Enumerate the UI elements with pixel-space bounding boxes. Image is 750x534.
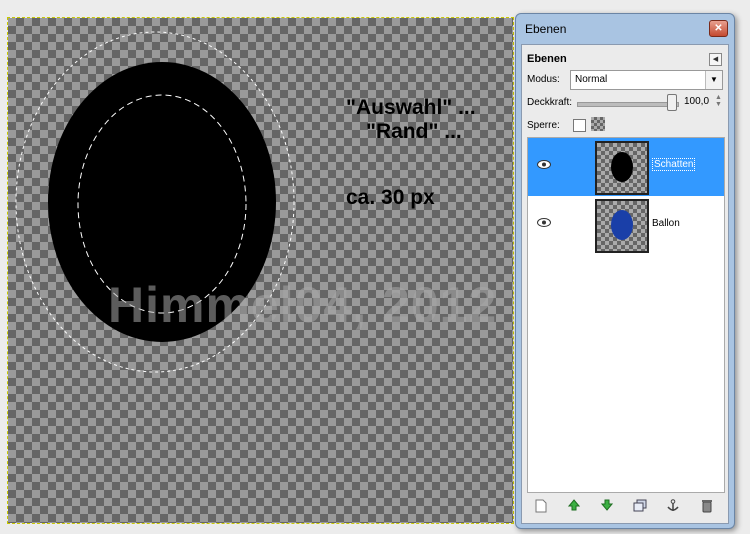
panel-menu-icon[interactable]: ◀ [709, 53, 722, 66]
lock-alpha-icon[interactable] [591, 117, 605, 131]
opacity-spin-icon[interactable]: ▲ ▼ [715, 94, 722, 108]
eye-icon[interactable] [537, 218, 551, 227]
lower-layer-icon[interactable] [599, 499, 615, 515]
opacity-value[interactable]: 100,0 [684, 96, 709, 107]
annotation-30px: ca. 30 px [346, 186, 435, 209]
layers-dialog: Ebenen ✕ Ebenen ◀ Modus: Normal ▼ Deckkr… [515, 13, 735, 529]
delete-layer-icon[interactable] [699, 499, 715, 515]
mode-label: Modus: [527, 74, 560, 85]
lock-pixels-checkbox[interactable] [573, 119, 586, 132]
chevron-down-icon[interactable]: ▼ [705, 71, 722, 89]
mode-select[interactable]: Normal ▼ [570, 70, 723, 90]
layers-panel: Ebenen ◀ Modus: Normal ▼ Deckkraft: 100,… [521, 44, 729, 524]
watermark-text: Himmel04, 2012 [108, 277, 498, 333]
duplicate-layer-icon[interactable] [632, 499, 648, 515]
lock-label: Sperre: [527, 120, 560, 131]
layer-list: Schatten Ballon [527, 137, 725, 493]
panel-header: Ebenen [527, 53, 567, 65]
layer-name[interactable]: Schatten [652, 158, 696, 171]
layer-thumbnail [595, 141, 649, 195]
annotation-auswahl: "Auswahl" ... [346, 96, 476, 119]
anchor-layer-icon[interactable] [665, 499, 681, 515]
annotation-rand: "Rand" ... [366, 120, 462, 143]
layer-row-ballon[interactable]: Ballon [528, 196, 724, 254]
dialog-title: Ebenen [525, 22, 567, 36]
layer-thumbnail [595, 199, 649, 253]
mode-value: Normal [575, 74, 608, 85]
layer-thumbnail-shape [611, 152, 633, 182]
close-icon[interactable]: ✕ [709, 20, 728, 37]
opacity-slider[interactable] [577, 102, 679, 107]
layer-name[interactable]: Ballon [652, 218, 680, 229]
canvas-drawing [15, 31, 295, 373]
layer-thumbnail-shape [611, 210, 633, 240]
image-canvas[interactable]: Himmel04, 2012 "Auswahl" ... "Rand" ... … [7, 17, 514, 524]
raise-layer-icon[interactable] [566, 499, 582, 515]
new-layer-icon[interactable] [533, 499, 549, 515]
opacity-label: Deckkraft: [527, 97, 573, 108]
layers-toolbar [527, 497, 723, 517]
layer-row-schatten[interactable]: Schatten [528, 138, 724, 196]
eye-icon[interactable] [537, 160, 551, 169]
opacity-slider-handle[interactable] [667, 94, 677, 111]
